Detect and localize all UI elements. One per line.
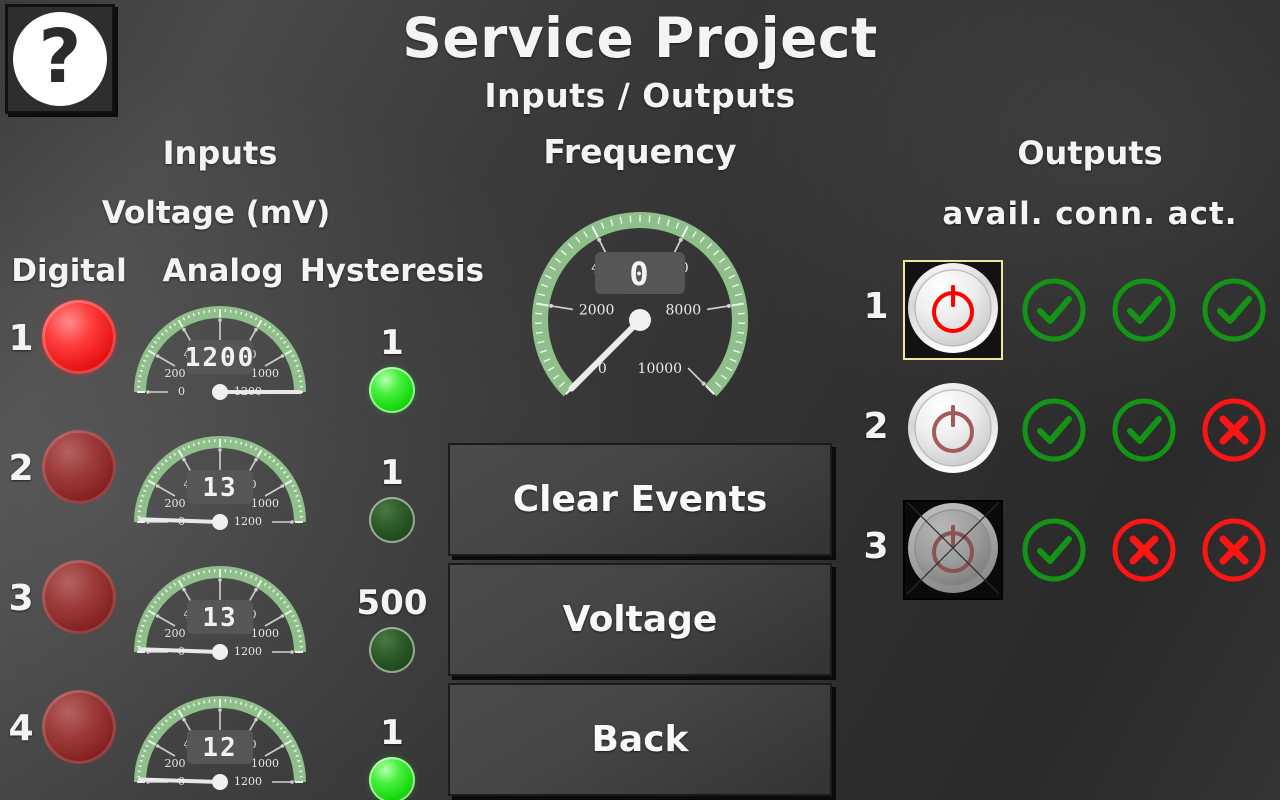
voltage-button[interactable]: Voltage (448, 563, 832, 676)
input-row: 302004006008001000120013500 (0, 560, 450, 690)
hysteresis-value: 500 (340, 583, 444, 623)
output-power-button[interactable] (903, 380, 1003, 480)
svg-text:13: 13 (202, 473, 237, 503)
back-label: Back (591, 719, 688, 760)
analog-voltage-gauge: 02004006008001000120013 (120, 416, 320, 540)
svg-text:200: 200 (164, 627, 185, 640)
outputs-heading: Outputs (900, 134, 1280, 172)
svg-text:0: 0 (629, 255, 650, 293)
frequency-gauge: 02000400060008000100000 (515, 200, 765, 419)
svg-text:200: 200 (164, 497, 185, 510)
input-row: 2020040060080010001200131 (0, 430, 450, 560)
outputs-columns-heading: avail. conn. act. (900, 196, 1280, 232)
output-row: 2 (840, 380, 1280, 500)
status-available-check-icon (1018, 514, 1090, 586)
hysteresis-led (369, 497, 415, 543)
input-row-index: 1 (6, 318, 36, 359)
digital-input-led (42, 430, 116, 504)
column-header-analog: Analog (148, 253, 298, 289)
status-active-check-icon (1198, 274, 1270, 346)
power-icon (905, 500, 1001, 600)
status-active-cross-icon (1198, 514, 1270, 586)
hmi-screen: ? Service Project Inputs / Outputs Input… (0, 0, 1280, 800)
back-button[interactable]: Back (448, 683, 832, 796)
svg-text:0: 0 (178, 385, 185, 398)
svg-text:8000: 8000 (666, 302, 702, 318)
power-icon (905, 260, 1001, 360)
column-header-hysteresis: Hysteresis (296, 253, 488, 289)
output-power-button[interactable] (903, 260, 1003, 360)
output-power-button (903, 500, 1003, 600)
hysteresis-led (369, 627, 415, 673)
voltage-label: Voltage (563, 599, 718, 640)
svg-text:13: 13 (202, 603, 237, 633)
hysteresis-led (369, 367, 415, 413)
digital-input-led (42, 300, 116, 374)
digital-input-led (42, 690, 116, 764)
hysteresis-value: 1 (340, 323, 444, 363)
digital-input-led (42, 560, 116, 634)
output-row-index: 1 (860, 286, 892, 327)
analog-voltage-gauge: 02004006008001000120012 (120, 676, 320, 800)
svg-text:1200: 1200 (234, 515, 262, 528)
svg-text:1000: 1000 (251, 627, 279, 640)
page-title: Service Project (0, 6, 1280, 70)
inputs-unit-heading: Voltage (mV) (56, 195, 376, 231)
svg-text:1000: 1000 (251, 497, 279, 510)
status-connected-check-icon (1108, 274, 1180, 346)
svg-text:1200: 1200 (185, 343, 256, 373)
output-row-index: 2 (860, 406, 892, 447)
hysteresis-value: 1 (340, 713, 444, 753)
hysteresis-value: 1 (340, 453, 444, 493)
status-available-check-icon (1018, 274, 1090, 346)
svg-text:200: 200 (164, 367, 185, 380)
frequency-heading: Frequency (440, 132, 840, 171)
status-connected-cross-icon (1108, 514, 1180, 586)
status-available-check-icon (1018, 394, 1090, 466)
input-row: 102004006008001000120012001 (0, 300, 450, 430)
analog-voltage-gauge: 0200400600800100012001200 (120, 286, 320, 410)
svg-text:1000: 1000 (251, 757, 279, 770)
clear-events-label: Clear Events (513, 479, 768, 520)
svg-text:1200: 1200 (234, 645, 262, 658)
output-row: 1 (840, 260, 1280, 380)
clear-events-button[interactable]: Clear Events (448, 443, 832, 556)
output-row-index: 3 (860, 526, 892, 567)
column-header-digital: Digital (0, 253, 138, 289)
svg-text:12: 12 (202, 733, 237, 763)
svg-text:200: 200 (164, 757, 185, 770)
input-row: 4020040060080010001200121 (0, 690, 450, 800)
status-active-cross-icon (1198, 394, 1270, 466)
output-row: 3 (840, 500, 1280, 620)
svg-text:10000: 10000 (638, 361, 683, 377)
status-connected-check-icon (1108, 394, 1180, 466)
hysteresis-led (369, 757, 415, 800)
analog-voltage-gauge: 02004006008001000120013 (120, 546, 320, 670)
inputs-heading: Inputs (60, 134, 380, 172)
svg-text:1200: 1200 (234, 775, 262, 788)
page-subtitle: Inputs / Outputs (0, 76, 1280, 115)
power-icon (905, 380, 1001, 480)
svg-text:2000: 2000 (579, 302, 615, 318)
input-row-index: 3 (6, 578, 36, 619)
input-row-index: 4 (6, 708, 36, 749)
input-row-index: 2 (6, 448, 36, 489)
